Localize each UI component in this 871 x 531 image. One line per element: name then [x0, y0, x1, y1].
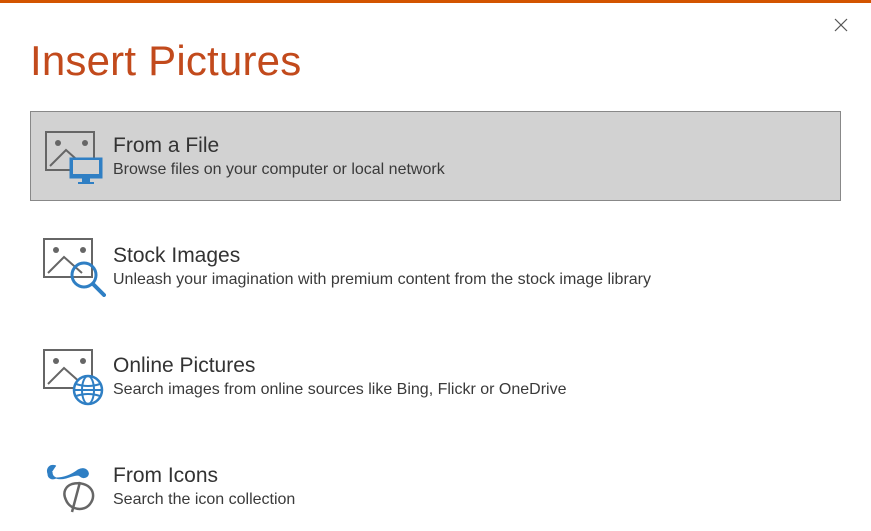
option-online-pictures[interactable]: Online Pictures Search images from onlin… — [30, 331, 841, 421]
option-from-icons[interactable]: From Icons Search the icon collection — [30, 441, 841, 531]
option-text: Online Pictures Search images from onlin… — [113, 353, 567, 398]
option-title: From Icons — [113, 463, 295, 488]
close-icon — [834, 18, 848, 32]
online-pictures-icon — [41, 346, 107, 406]
option-text: From Icons Search the icon collection — [113, 463, 295, 508]
option-title: Stock Images — [113, 243, 651, 268]
from-file-icon — [41, 126, 107, 186]
stock-images-icon — [41, 236, 107, 296]
from-icons-icon — [41, 456, 107, 516]
option-text: Stock Images Unleash your imagination wi… — [113, 243, 651, 288]
option-text: From a File Browse files on your compute… — [113, 133, 445, 178]
dialog-title: Insert Pictures — [30, 37, 871, 85]
option-title: From a File — [113, 133, 445, 158]
option-description: Unleash your imagination with premium co… — [113, 271, 651, 289]
close-button[interactable] — [829, 13, 853, 37]
option-description: Browse files on your computer or local n… — [113, 161, 445, 179]
option-from-a-file[interactable]: From a File Browse files on your compute… — [30, 111, 841, 201]
options-list: From a File Browse files on your compute… — [30, 111, 841, 531]
option-description: Search images from online sources like B… — [113, 381, 567, 399]
option-description: Search the icon collection — [113, 491, 295, 509]
option-stock-images[interactable]: Stock Images Unleash your imagination wi… — [30, 221, 841, 311]
option-title: Online Pictures — [113, 353, 567, 378]
